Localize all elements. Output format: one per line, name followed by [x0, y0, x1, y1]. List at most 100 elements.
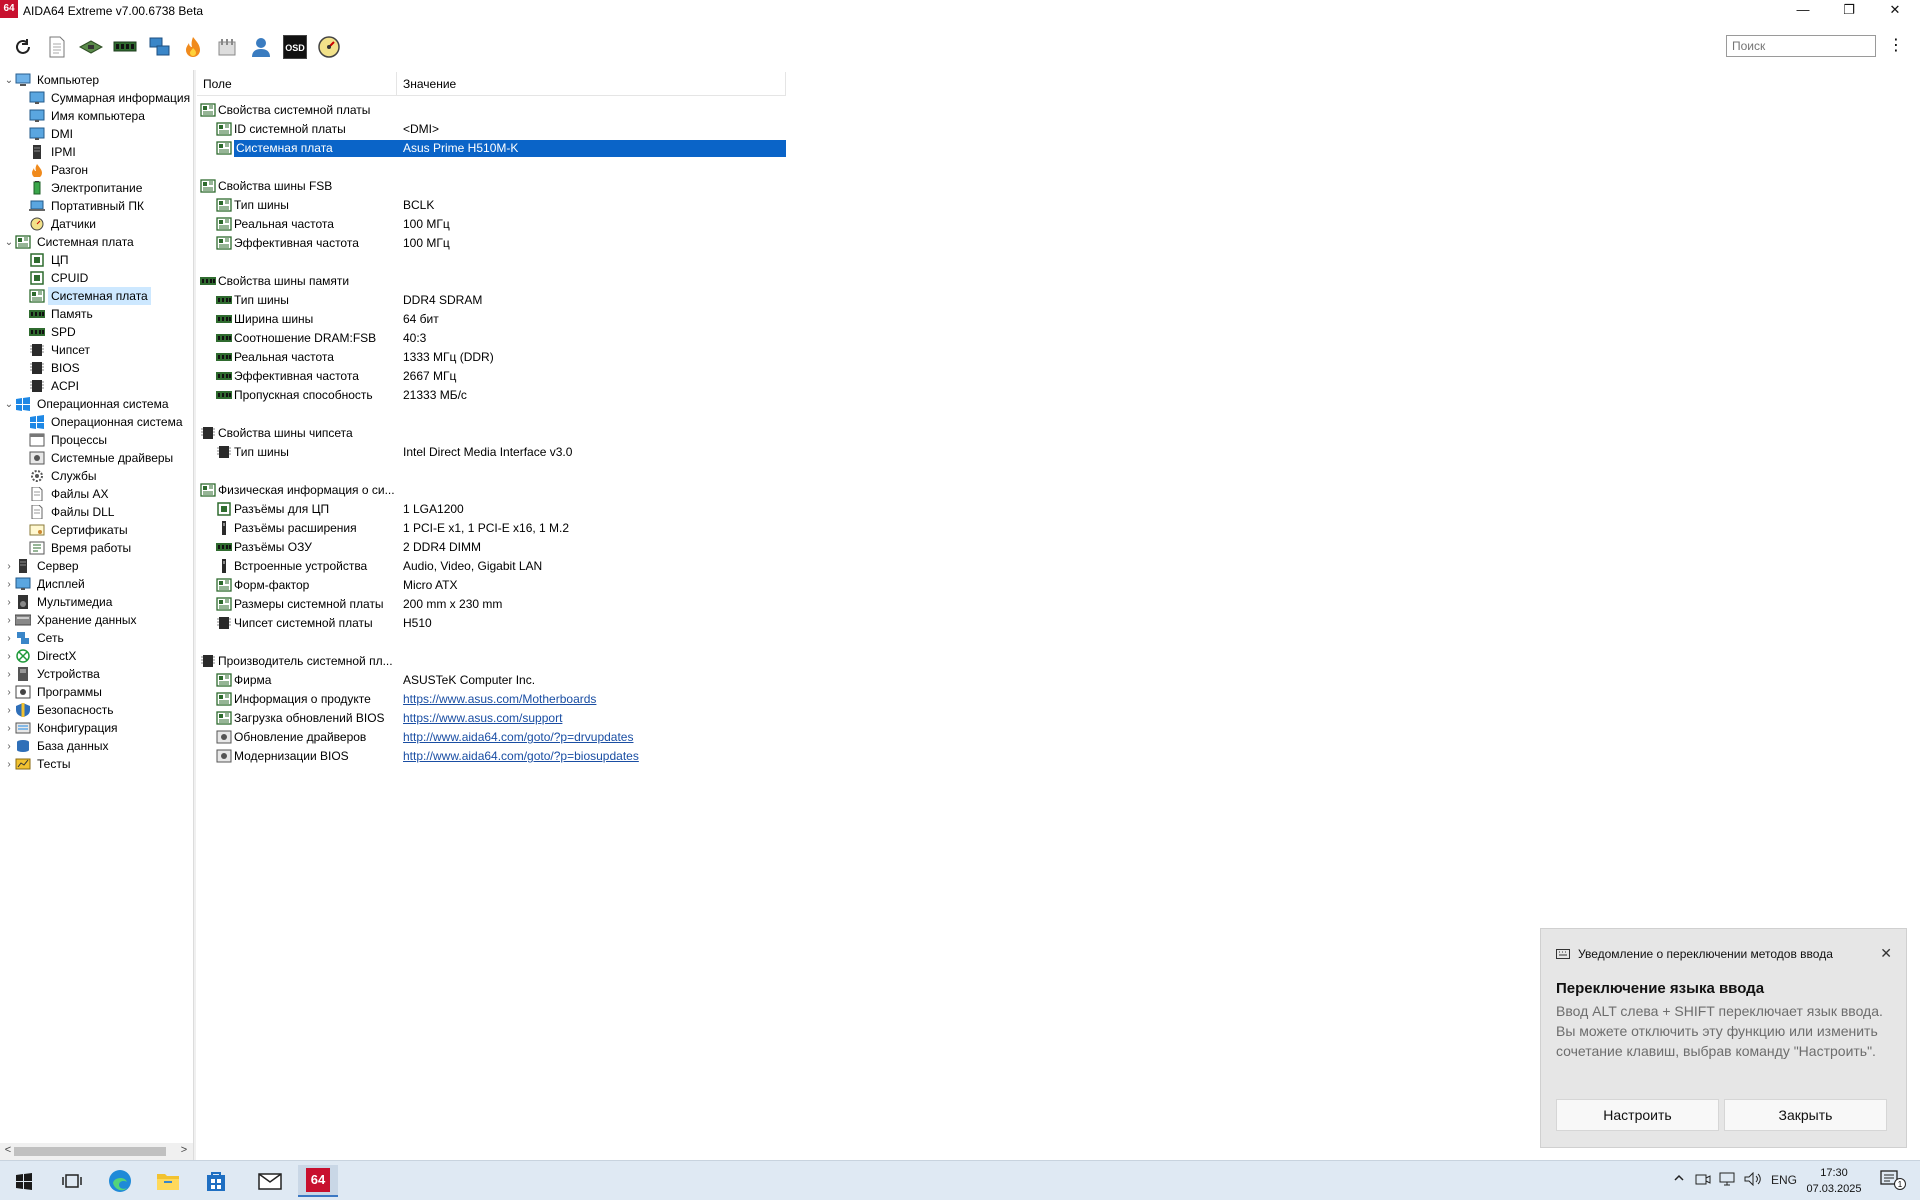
toast-close-icon[interactable]: ✕	[1880, 945, 1892, 962]
flame-icon[interactable]	[180, 34, 206, 60]
report-icon[interactable]	[44, 34, 70, 60]
tree-item[interactable]: Файлы AX	[29, 485, 110, 503]
network-status-icon[interactable]	[1719, 1172, 1737, 1189]
meet-icon[interactable]	[1695, 1172, 1711, 1189]
network-icon[interactable]	[146, 34, 172, 60]
osd-icon[interactable]: OSD	[282, 34, 308, 60]
table-row[interactable]: Обновление драйверов http://www.aida64.co…	[197, 728, 786, 746]
group-header-row[interactable]: Свойства шины FSB	[197, 177, 786, 195]
group-header-row[interactable]: Свойства системной платы	[197, 101, 786, 119]
chevron-right-icon[interactable]: ›	[3, 687, 15, 698]
chevron-right-icon[interactable]: ›	[3, 579, 15, 590]
chevron-right-icon[interactable]: ›	[3, 633, 15, 644]
tree-item[interactable]: Операционная система	[29, 413, 185, 431]
chevron-right-icon[interactable]: ›	[3, 561, 15, 572]
tools-icon[interactable]	[214, 34, 240, 60]
tree-item[interactable]: ⌄ Операционная система	[3, 395, 171, 413]
windows-start-icon[interactable]	[4, 1165, 44, 1197]
tree-item[interactable]: Имя компьютера	[29, 107, 147, 125]
store-icon[interactable]	[196, 1165, 236, 1197]
table-row[interactable]: Фирма ASUSTeK Computer Inc.	[197, 671, 786, 689]
group-header-row[interactable]: Свойства шины памяти	[197, 272, 786, 290]
scrollbar-thumb[interactable]	[14, 1147, 166, 1156]
tree-item[interactable]: ACPI	[29, 377, 81, 395]
tree-item[interactable]: › Тесты	[3, 755, 72, 773]
pane-splitter[interactable]	[193, 70, 196, 1160]
chevron-right-icon[interactable]: ›	[3, 723, 15, 734]
motherboard-icon[interactable]	[78, 34, 104, 60]
link-value[interactable]: https://www.asus.com/Motherboards	[403, 690, 596, 708]
tree-item[interactable]: Сертификаты	[29, 521, 130, 539]
table-row[interactable]: Эффективная частота 100 МГц	[197, 234, 786, 252]
table-row[interactable]: Форм-фактор Micro ATX	[197, 576, 786, 594]
table-row[interactable]: Разъёмы ОЗУ 2 DDR4 DIMM	[197, 538, 786, 556]
refresh-icon[interactable]	[10, 34, 36, 60]
tree-item[interactable]: › Сеть	[3, 629, 66, 647]
group-header-row[interactable]: Физическая информация о си...	[197, 481, 786, 499]
chevron-right-icon[interactable]: ›	[3, 669, 15, 680]
user-icon[interactable]	[248, 34, 274, 60]
table-row[interactable]: Реальная частота 100 МГц	[197, 215, 786, 233]
table-row[interactable]: Встроенные устройства Audio, Video, Gigab…	[197, 557, 786, 575]
gauge-icon[interactable]	[316, 34, 342, 60]
tree-item[interactable]: ⌄ Системная плата	[3, 233, 136, 251]
menu-icon[interactable]: ⋮	[1888, 36, 1904, 56]
aida64-taskbar-button[interactable]: 64	[298, 1165, 338, 1197]
table-row[interactable]: Тип шины BCLK	[197, 196, 786, 214]
tree-item[interactable]: DMI	[29, 125, 75, 143]
tree-item[interactable]: IPMI	[29, 143, 78, 161]
table-row[interactable]: Чипсет системной платы H510	[197, 614, 786, 632]
table-row[interactable]: Ширина шины 64 бит	[197, 310, 786, 328]
tree-item[interactable]: › Сервер	[3, 557, 81, 575]
table-row[interactable]: ID системной платы <DMI>	[197, 120, 786, 138]
maximize-button[interactable]: ❐	[1826, 0, 1872, 22]
close-button[interactable]: ✕	[1872, 0, 1918, 22]
chevron-right-icon[interactable]: ›	[3, 759, 15, 770]
tree-item[interactable]: CPUID	[29, 269, 90, 287]
tree-item[interactable]: BIOS	[29, 359, 82, 377]
edge-icon[interactable]	[100, 1165, 140, 1197]
chevron-right-icon[interactable]: ›	[3, 741, 15, 752]
tree-item[interactable]: › Хранение данных	[3, 611, 139, 629]
clock[interactable]: 17:30 07.03.2025	[1802, 1165, 1866, 1197]
tree-item[interactable]: Датчики	[29, 215, 98, 233]
tree-item[interactable]: › База данных	[3, 737, 110, 755]
chevron-right-icon[interactable]: ›	[3, 651, 15, 662]
scroll-right-button[interactable]: >	[178, 1144, 190, 1156]
column-header-value[interactable]: Значение	[397, 72, 786, 96]
tray-chevron-icon[interactable]	[1673, 1172, 1685, 1187]
tree-item[interactable]: Суммарная информация	[29, 89, 192, 107]
tree-item[interactable]: › Безопасность	[3, 701, 116, 719]
link-value[interactable]: http://www.aida64.com/goto/?p=biosupdate…	[403, 747, 639, 765]
chevron-right-icon[interactable]: ›	[3, 615, 15, 626]
scroll-left-button[interactable]: <	[2, 1144, 14, 1156]
table-row[interactable]: Тип шины Intel Direct Media Interface v3.…	[197, 443, 786, 461]
tree-item[interactable]: › Мультимедиа	[3, 593, 114, 611]
table-row[interactable]: Разъёмы расширения 1 PCI-E x1, 1 PCI-E x1…	[197, 519, 786, 537]
tree-item[interactable]: › Устройства	[3, 665, 102, 683]
tree-item[interactable]: › DirectX	[3, 647, 78, 665]
tree-item[interactable]: Файлы DLL	[29, 503, 116, 521]
configure-button[interactable]: Настроить	[1556, 1099, 1719, 1131]
table-row[interactable]: Реальная частота 1333 МГц (DDR)	[197, 348, 786, 366]
table-row[interactable]: Пропускная способность 21333 МБ/с	[197, 386, 786, 404]
tree-item[interactable]: Службы	[29, 467, 98, 485]
tree-item[interactable]: SPD	[29, 323, 78, 341]
minimize-button[interactable]: —	[1780, 0, 1826, 22]
chevron-right-icon[interactable]: ›	[3, 597, 15, 608]
group-header-row[interactable]: Свойства шины чипсета	[197, 424, 786, 442]
table-row[interactable]: Системная плата Asus Prime H510M-K	[197, 139, 786, 157]
tree-item[interactable]: Электропитание	[29, 179, 144, 197]
tree-item[interactable]: › Дисплей	[3, 575, 87, 593]
tree-item[interactable]: Время работы	[29, 539, 133, 557]
tree-item[interactable]: ЦП	[29, 251, 71, 269]
table-row[interactable]: Соотношение DRAM:FSB 40:3	[197, 329, 786, 347]
chevron-down-icon[interactable]: ⌄	[3, 75, 15, 86]
table-row[interactable]: Эффективная частота 2667 МГц	[197, 367, 786, 385]
link-value[interactable]: https://www.asus.com/support	[403, 709, 562, 727]
dismiss-button[interactable]: Закрыть	[1724, 1099, 1887, 1131]
mail-icon[interactable]	[250, 1165, 290, 1197]
column-header-field[interactable]: Поле	[197, 72, 397, 96]
chevron-down-icon[interactable]: ⌄	[3, 399, 15, 410]
tree-item[interactable]: Разгон	[29, 161, 90, 179]
